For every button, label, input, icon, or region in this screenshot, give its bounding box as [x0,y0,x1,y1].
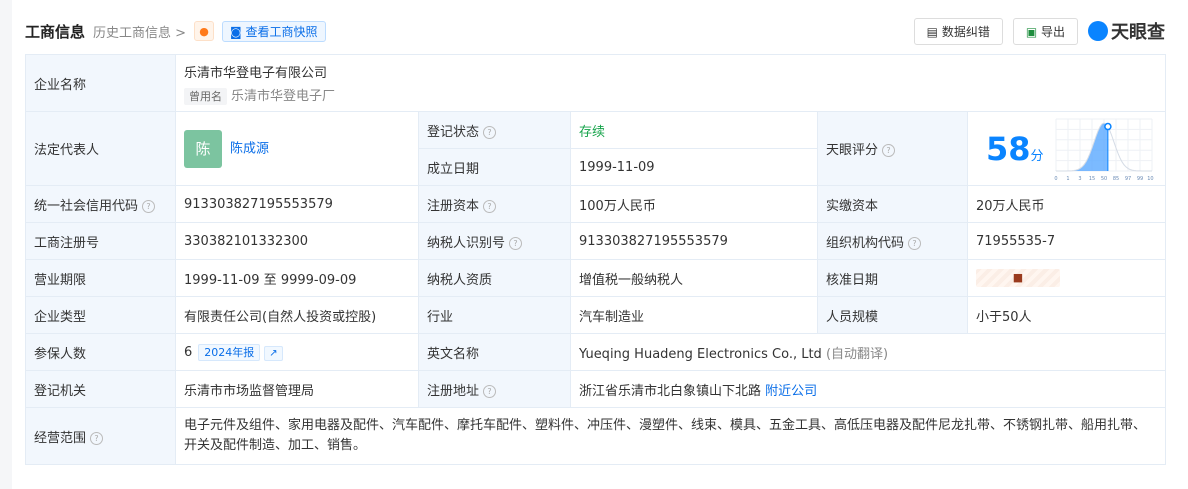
camera-icon: ◙ [230,24,246,39]
tax-id: 913303827195553579 [570,222,818,260]
trend-chart-icon[interactable]: ↗ [264,346,283,361]
english-name: Yueqing Huadeng Electronics Co., Ltd [579,346,822,362]
score-area [1055,122,1108,171]
org-code: 71955535-7 [966,222,1167,260]
section-header: 工商信息 历史工商信息 > ● ◙ 查看工商快照 ▤ 数据纠错 ▣ 导出 天眼查 [25,17,1165,45]
label: 行业 [418,296,571,334]
tick-label: 50 [1100,176,1106,181]
industry: 汽车制造业 [570,296,818,334]
logo-icon [1088,21,1108,41]
credit-code: 913303827195553579 [175,185,419,223]
export-button[interactable]: ▣ 导出 [1012,17,1078,45]
label: 营业期限 [25,259,176,297]
label: 登记状态? [418,111,571,149]
tick-label: 1 [1066,176,1069,181]
help-icon[interactable]: ? [509,236,523,250]
label: 法定代表人 [25,111,176,186]
insured-count: 6 [184,345,193,360]
label: 参保人数 [25,333,176,371]
label: 纳税人资质 [418,259,571,297]
legal-rep-link[interactable]: 陈成源 [230,141,269,156]
tick-label: 97 [1124,176,1130,181]
label: 工商注册号 [25,222,176,260]
tianyancha-logo: 天眼查 [1088,18,1165,44]
tick-label: 100 [1147,176,1154,181]
former-name: 乐清市华登电子厂 [231,89,336,104]
help-icon[interactable]: ? [483,199,497,213]
score-marker [1103,122,1112,130]
bell-icon[interactable]: ● [194,21,215,41]
insured-cell: 6 2024年报 ↗ [175,333,419,371]
tick-label: 15 [1088,176,1094,181]
avatar: 陈 [184,129,222,168]
tick-label: 99 [1136,176,1142,181]
label: 登记机关 [25,370,176,408]
help-icon[interactable]: ? [142,199,156,213]
tax-qualification: 增值税一般纳税人 [570,259,818,297]
reg-no: 330382101332300 [175,222,419,260]
score-distribution-chart: 0 1 3 15 50 85 97 99 100 [1054,118,1154,181]
business-scope: 电子元件及组件、家用电器及配件、汽车配件、摩托车配件、塑料件、冲压件、漫塑件、线… [174,407,1167,465]
label: 注册地址? [418,370,571,408]
capital: 100万人民币 [570,185,818,223]
address-cell: 浙江省乐清市北白象镇山下北路 附近公司 [569,370,1167,408]
label: 统一社会信用代码? [25,185,176,223]
label: 经营范围? [25,407,176,465]
company-type: 有限责任公司(自然人投资或控股) [175,296,419,334]
staff-size: 小于50人 [966,296,1167,334]
status-value: 存续 [570,111,818,149]
snapshot-button[interactable]: ◙ 查看工商快照 [222,20,326,42]
lock-icon[interactable]: ■ [976,269,1060,287]
nearby-companies-link[interactable]: 附近公司 [765,384,817,399]
term: 1999-11-09 至 9999-09-09 [175,259,419,297]
label: 企业类型 [25,296,176,334]
business-info-panel: 工商信息 历史工商信息 > ● ◙ 查看工商快照 ▤ 数据纠错 ▣ 导出 天眼查… [12,0,1188,489]
label: 实缴资本 [817,185,968,223]
score-value: 58 [986,129,1031,168]
doc-icon: ▤ [926,24,942,39]
label: 人员规模 [817,296,968,334]
label: 纳税人识别号? [418,222,571,260]
label: 核准日期 [817,259,968,297]
help-icon[interactable]: ? [908,236,922,250]
approve-date-cell: ■ [966,259,1167,297]
label: 企业名称 [25,54,176,112]
label: 组织机构代码? [817,222,968,260]
section-title: 工商信息 [25,22,86,41]
history-link[interactable]: 历史工商信息 > [93,22,186,41]
info-table: 企业名称 乐清市华登电子有限公司 曾用名 乐清市华登电子厂 法定代表人 陈陈成源 登… [25,54,1167,465]
est-date: 1999-11-09 [570,148,818,186]
former-name-tag: 曾用名 [184,88,227,105]
correct-button[interactable]: ▤ 数据纠错 [913,17,1003,45]
paid-capital: 20万人民币 [966,185,1167,223]
score-cell[interactable]: 58分 0 1 3 15 50 85 97 99 100 [966,111,1167,186]
help-icon[interactable]: ? [483,384,497,398]
company-name: 乐清市华登电子有限公司 [184,66,328,81]
company-name-cell: 乐清市华登电子有限公司 曾用名 乐清市华登电子厂 [174,54,1167,112]
tick-label: 85 [1112,176,1118,181]
label: 成立日期 [418,148,571,186]
auto-translate-note: (自动翻译) [825,346,889,362]
legal-cell: 陈陈成源 [175,111,419,186]
address: 浙江省乐清市北白象镇山下北路 [579,383,762,399]
label: 天眼评分? [817,111,968,186]
help-icon[interactable]: ? [90,431,104,445]
help-icon[interactable]: ? [483,125,497,139]
tick-label: 3 [1078,176,1081,181]
annual-report-link[interactable]: 2024年报 [198,344,261,361]
score-unit: 分 [1030,148,1044,164]
label: 注册资本? [418,185,571,223]
authority: 乐清市市场监督管理局 [175,370,419,408]
label: 英文名称 [418,333,571,371]
help-icon[interactable]: ? [882,144,896,157]
excel-icon: ▣ [1025,24,1041,39]
english-name-cell: Yueqing Huadeng Electronics Co., Ltd (自动… [569,333,1167,371]
tick-label: 0 [1054,176,1057,181]
